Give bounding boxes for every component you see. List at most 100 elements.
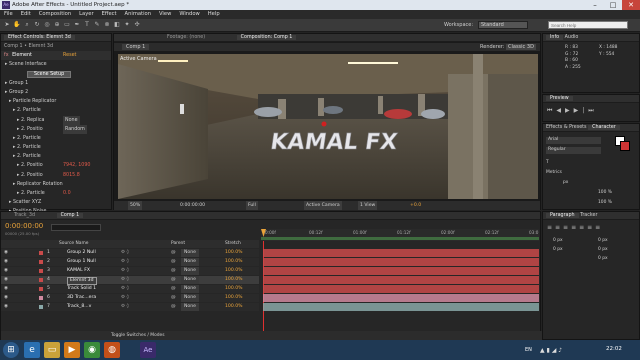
tab-effects-presets[interactable]: Effects & Presets (546, 125, 587, 130)
label-color-swatch[interactable] (39, 260, 43, 264)
parent-pickwhip-icon[interactable]: @ (171, 294, 176, 302)
label-color-swatch[interactable] (39, 251, 43, 255)
puppet-tool-icon[interactable]: ✣ (133, 21, 141, 29)
font-style-dropdown[interactable]: Regular (546, 147, 601, 154)
eye-icon[interactable]: ◉ (4, 303, 8, 311)
indent-right-value[interactable]: 0 px (598, 236, 608, 245)
eye-icon[interactable]: ◉ (4, 267, 8, 275)
parent-dropdown[interactable]: None (181, 285, 199, 293)
param-value[interactable]: Random (63, 124, 87, 134)
clone-tool-icon[interactable]: ⊗ (103, 21, 111, 29)
exposure-value[interactable]: +0.0 (410, 201, 421, 210)
views-dropdown[interactable]: 1 View (358, 201, 378, 210)
viewer-timecode[interactable]: 0:00:00:00 (180, 201, 205, 210)
menu-effect[interactable]: Effect (98, 10, 121, 18)
parent-pickwhip-icon[interactable]: @ (171, 285, 176, 293)
menu-window[interactable]: Window (175, 10, 203, 18)
menu-layer[interactable]: Layer (75, 10, 97, 18)
layer-duration-bar[interactable] (263, 303, 539, 311)
eye-icon[interactable]: ◉ (4, 276, 8, 284)
layer-switches[interactable]: ⚙ ◊ (121, 285, 129, 293)
effect-param-row[interactable]: ▸ Particle Replicator (1, 97, 111, 106)
label-color-swatch[interactable] (39, 287, 43, 291)
parent-pickwhip-icon[interactable]: @ (171, 303, 176, 311)
parent-pickwhip-icon[interactable]: @ (171, 267, 176, 275)
first-line-value[interactable]: 0 px (598, 245, 608, 254)
layer-switches[interactable]: ⚙ ◊ (121, 267, 129, 275)
effect-param-row[interactable]: ▸ Group 1 (1, 79, 111, 88)
parent-dropdown[interactable]: None (181, 303, 199, 311)
timeline-layer-row[interactable]: ◉ 4 Elemnt 3d ⚙ ◊ @ None 100.0% (1, 276, 259, 285)
layer-duration-bar[interactable] (263, 249, 539, 257)
parent-dropdown[interactable]: None (181, 276, 199, 284)
stretch-value[interactable]: 100.0% (225, 285, 243, 293)
eraser-tool-icon[interactable]: ◧ (113, 21, 121, 29)
effect-param-row[interactable]: ▸ 2. Particle (1, 152, 111, 161)
effect-param-row[interactable]: ▸ 2. Particle (1, 143, 111, 152)
col-stretch[interactable]: Stretch (225, 240, 241, 248)
comp-tab[interactable]: Comp 1 (122, 44, 150, 50)
parent-dropdown[interactable]: None (181, 294, 199, 302)
font-family-dropdown[interactable]: Arial (546, 137, 601, 144)
timeline-layer-row[interactable]: ◉ 6 3D Trac...era ⚙ ◊ @ None 100.0% (1, 294, 259, 302)
label-color-swatch[interactable] (39, 296, 43, 300)
parent-dropdown[interactable]: None (181, 267, 199, 275)
menu-view[interactable]: View (155, 10, 175, 18)
effect-param-row[interactable]: ▸ 2. Positio Random (1, 124, 111, 134)
label-color-swatch[interactable] (39, 269, 43, 273)
selection-tool-icon[interactable]: ➤ (3, 21, 11, 29)
effect-param-row[interactable]: ▸ Replicator Rotation (1, 180, 111, 189)
parent-pickwhip-icon[interactable]: @ (171, 258, 176, 266)
parent-dropdown[interactable]: None (181, 258, 199, 266)
col-source-name[interactable]: Source Name (59, 240, 88, 248)
layer-duration-bar[interactable] (263, 285, 539, 293)
menu-help[interactable]: Help (204, 10, 224, 18)
time-ruler[interactable]: 0:00f 00:12f 01:00f 01:12f 02:00f 02:12f 03:0 (261, 229, 539, 241)
stretch-value[interactable]: 100.0% (225, 267, 243, 275)
pan-behind-tool-icon[interactable]: ⊕ (53, 21, 61, 29)
tab-audio[interactable]: Audio (565, 35, 579, 40)
param-value[interactable]: None (63, 115, 80, 125)
param-value[interactable]: 7942, 1090 (63, 161, 90, 170)
effect-row[interactable]: fx Element Reset (1, 51, 111, 61)
tab-comp-1[interactable]: Comp 1 (56, 213, 84, 218)
search-help-input[interactable] (548, 21, 628, 29)
timeline-layer-row[interactable]: ◉ 3 KAMAL FX ⚙ ◊ @ None 100.0% (1, 267, 259, 275)
tab-track-3d[interactable]: Track_3d (14, 213, 35, 218)
size-unit[interactable]: px (563, 180, 568, 185)
chrome-icon[interactable]: ◉ (84, 342, 100, 358)
zoom-dropdown[interactable]: 50% (128, 201, 143, 210)
layer-switches[interactable]: ⚙ ◊ (121, 258, 129, 266)
menu-animation[interactable]: Animation (121, 10, 155, 18)
eye-icon[interactable]: ◉ (4, 249, 8, 257)
after-effects-taskbar-icon[interactable]: Ae (140, 342, 156, 358)
stretch-value[interactable]: 100.0% (225, 294, 243, 302)
tab-character[interactable]: Character (588, 125, 620, 130)
layer-switches[interactable]: ⚙ ◊ (121, 276, 129, 284)
stroke-color-swatch[interactable] (620, 141, 630, 151)
param-value[interactable]: 8015.8 (63, 171, 80, 180)
effect-param-row[interactable]: ▸ 2. Replica None (1, 115, 111, 125)
tab-preview[interactable]: Preview (546, 96, 573, 101)
effect-param-row[interactable]: ▸ 2. Particle (1, 106, 111, 115)
effect-param-row[interactable]: ▸ Scene Interface (1, 60, 111, 69)
resolution-dropdown[interactable]: Full (246, 201, 258, 210)
label-color-swatch[interactable] (39, 305, 43, 309)
tab-effect-controls[interactable]: Effect Controls: Elemnt 3d (4, 35, 75, 40)
layer-name[interactable]: Group 1 Null (67, 258, 96, 266)
work-area-bar[interactable] (261, 237, 539, 240)
stretch-value[interactable]: 100.0% (225, 276, 243, 284)
space-after-value[interactable]: 0 px (598, 254, 608, 263)
parent-dropdown[interactable]: None (181, 249, 199, 257)
close-button[interactable]: ✕ (622, 0, 640, 10)
layer-duration-bar[interactable] (263, 258, 539, 266)
effect-param-row[interactable]: ▸ 2. Particle (1, 134, 111, 143)
camera-dropdown[interactable]: Active Camera (304, 201, 342, 210)
camera-tool-icon[interactable]: ◎ (43, 21, 51, 29)
layer-duration-bar[interactable] (263, 294, 539, 302)
effect-param-row[interactable]: ▸ 2. Particle 0.0 (1, 189, 111, 198)
stretch-value[interactable]: 100.0% (225, 303, 243, 311)
layer-duration-bar[interactable] (263, 276, 539, 284)
preview-controls[interactable]: ⏮◀▶▶|⏭ (547, 107, 598, 115)
zoom-tool-icon[interactable]: ⌕ (23, 21, 31, 29)
